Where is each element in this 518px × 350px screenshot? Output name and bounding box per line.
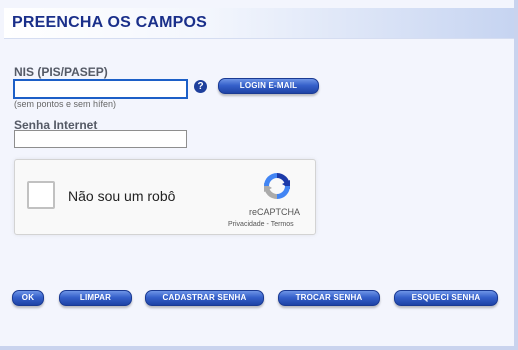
privacy-link[interactable]: Privacidade — [228, 221, 265, 228]
change-password-button[interactable]: TROCAR SENHA — [278, 290, 380, 306]
login-email-button[interactable]: LOGIN E-MAIL — [218, 78, 319, 94]
recaptcha-brand: reCAPTCHA — [249, 207, 301, 217]
recaptcha-widget: Não sou um robô reCAPTCHA Privacidade - … — [14, 159, 316, 235]
question-circle-icon[interactable]: ? — [194, 80, 207, 93]
page-title: PREENCHA OS CAMPOS — [12, 14, 208, 31]
ok-button[interactable]: OK — [12, 290, 44, 306]
terms-link[interactable]: Termos — [271, 221, 294, 228]
nis-field[interactable] — [13, 79, 188, 99]
panel-header: PREENCHA OS CAMPOS — [4, 8, 514, 39]
password-field[interactable] — [14, 130, 187, 148]
register-password-button[interactable]: CADASTRAR SENHA — [145, 290, 264, 306]
clear-button[interactable]: LIMPAR — [59, 290, 132, 306]
forgot-password-button[interactable]: ESQUECI SENHA — [394, 290, 498, 306]
recaptcha-logo-icon — [264, 173, 290, 199]
captcha-links: Privacidade - Termos — [228, 221, 294, 228]
captcha-checkbox-label: Não sou um robô — [68, 188, 176, 204]
captcha-checkbox[interactable] — [27, 181, 55, 209]
nis-label: NIS (PIS/PASEP) — [14, 65, 108, 79]
form-panel: PREENCHA OS CAMPOS NIS (PIS/PASEP) (sem … — [0, 0, 518, 350]
nis-hint: (sem pontos e sem hífen) — [14, 99, 117, 109]
